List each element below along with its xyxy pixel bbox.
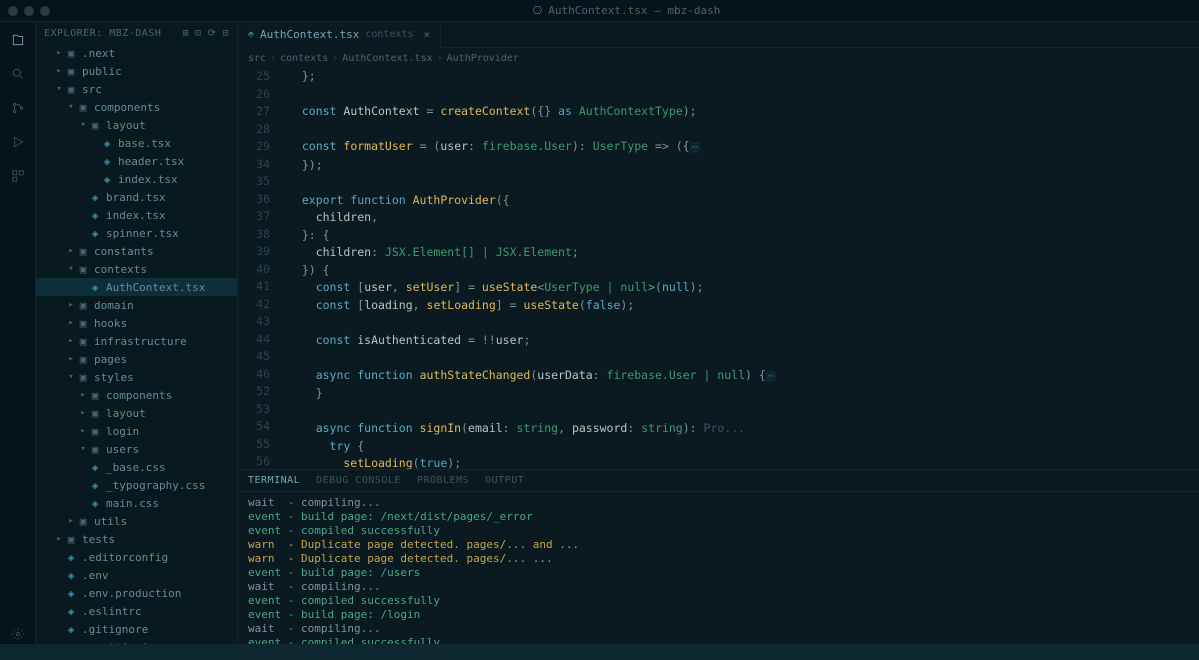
folder-item[interactable]: ▾▣layout <box>36 116 237 134</box>
folder-item[interactable]: ▾▣contexts <box>36 260 237 278</box>
code-editor[interactable]: 2526272829343536373839404142434445465253… <box>238 68 1199 469</box>
refresh-icon[interactable]: ⟳ <box>208 28 217 39</box>
terminal-output[interactable]: wait - compiling...event - build page: /… <box>238 492 1199 644</box>
title-bar: ⎔ AuthContext.tsx — mbz-dash <box>0 0 1199 22</box>
search-icon[interactable] <box>8 64 28 84</box>
folder-item[interactable]: ▸▣components <box>36 386 237 404</box>
file-item[interactable]: ◈.gitignore <box>36 620 237 638</box>
panel-tab[interactable]: TERMINAL <box>248 475 300 486</box>
panel-tab[interactable]: OUTPUT <box>485 475 524 486</box>
activity-bar <box>0 22 36 644</box>
folder-item[interactable]: ▸▣.next <box>36 44 237 62</box>
extensions-icon[interactable] <box>8 166 28 186</box>
folder-item[interactable]: ▾▣users <box>36 440 237 458</box>
bottom-panel: TERMINAL DEBUG CONSOLE PROBLEMS OUTPUT wait… <box>238 469 1199 644</box>
debug-icon[interactable] <box>8 132 28 152</box>
tab-label: AuthContext.tsx <box>260 28 359 41</box>
panel-tab[interactable]: PROBLEMS <box>417 475 469 486</box>
file-item[interactable]: ◈.env <box>36 566 237 584</box>
panel-tabs: TERMINAL DEBUG CONSOLE PROBLEMS OUTPUT <box>238 470 1199 492</box>
file-item[interactable]: ◈_typography.css <box>36 476 237 494</box>
folder-item[interactable]: ▸▣layout <box>36 404 237 422</box>
status-bar <box>0 644 1199 660</box>
file-item[interactable]: ◈.editorconfig <box>36 548 237 566</box>
file-item[interactable]: ◈index.tsx <box>36 170 237 188</box>
file-item[interactable]: ◈.env.production <box>36 584 237 602</box>
panel-tab[interactable]: DEBUG CONSOLE <box>316 475 401 486</box>
file-item[interactable]: ◈_base.css <box>36 458 237 476</box>
file-item[interactable]: ◈header.tsx <box>36 152 237 170</box>
ts-icon: ⬘ <box>248 29 254 40</box>
new-file-icon[interactable]: ⊞ <box>183 28 190 39</box>
breadcrumb-item[interactable]: AuthProvider <box>447 53 519 64</box>
breadcrumb-item[interactable]: AuthContext.tsx <box>342 53 432 64</box>
folder-item[interactable]: ▾▣styles <box>36 368 237 386</box>
collapse-icon[interactable]: ⊟ <box>222 28 229 39</box>
file-item[interactable]: ◈brand.tsx <box>36 188 237 206</box>
folder-item[interactable]: ▾▣components <box>36 98 237 116</box>
tab-detail: contexts <box>365 29 413 40</box>
folder-item[interactable]: ▸▣domain <box>36 296 237 314</box>
editor-tabs: ⬘ AuthContext.tsx contexts × <box>238 22 1199 48</box>
file-tree[interactable]: ▸▣.next▸▣public▾▣src▾▣components▾▣layout… <box>36 44 237 644</box>
tab-authcontext[interactable]: ⬘ AuthContext.tsx contexts × <box>238 22 441 48</box>
explorer-icon[interactable] <box>8 30 28 50</box>
scm-icon[interactable] <box>8 98 28 118</box>
close-icon[interactable]: × <box>424 28 431 41</box>
file-item[interactable]: ◈base.tsx <box>36 134 237 152</box>
breadcrumb-item[interactable]: src <box>248 53 266 64</box>
traffic-lights[interactable] <box>8 6 50 16</box>
folder-item[interactable]: ▸▣hooks <box>36 314 237 332</box>
folder-item[interactable]: ▸▣constants <box>36 242 237 260</box>
folder-item[interactable]: ▸▣utils <box>36 512 237 530</box>
breadcrumbs[interactable]: src›contexts›AuthContext.tsx›AuthProvide… <box>238 48 1199 68</box>
file-item[interactable]: ◈AuthContext.tsx <box>36 278 237 296</box>
new-folder-icon[interactable]: ⊡ <box>195 28 202 39</box>
file-item[interactable]: ◈.eslintrc <box>36 602 237 620</box>
window-title: AuthContext.tsx — mbz-dash <box>548 4 720 17</box>
folder-item[interactable]: ▸▣login <box>36 422 237 440</box>
folder-item[interactable]: ▾▣src <box>36 80 237 98</box>
file-item[interactable]: ◈spinner.tsx <box>36 224 237 242</box>
breadcrumb-item[interactable]: contexts <box>280 53 328 64</box>
file-item[interactable]: ◈index.tsx <box>36 206 237 224</box>
file-icon: ⎔ <box>533 4 543 17</box>
explorer-header: EXPLORER: MBZ-DASH <box>44 28 161 39</box>
folder-item[interactable]: ▸▣pages <box>36 350 237 368</box>
folder-item[interactable]: ▸▣tests <box>36 530 237 548</box>
folder-item[interactable]: ▸▣infrastructure <box>36 332 237 350</box>
folder-item[interactable]: ▸▣public <box>36 62 237 80</box>
settings-gear-icon[interactable] <box>8 624 28 644</box>
file-item[interactable]: ◈main.css <box>36 494 237 512</box>
sidebar: EXPLORER: MBZ-DASH ⊞ ⊡ ⟳ ⊟ ▸▣.next▸▣publ… <box>36 22 238 644</box>
